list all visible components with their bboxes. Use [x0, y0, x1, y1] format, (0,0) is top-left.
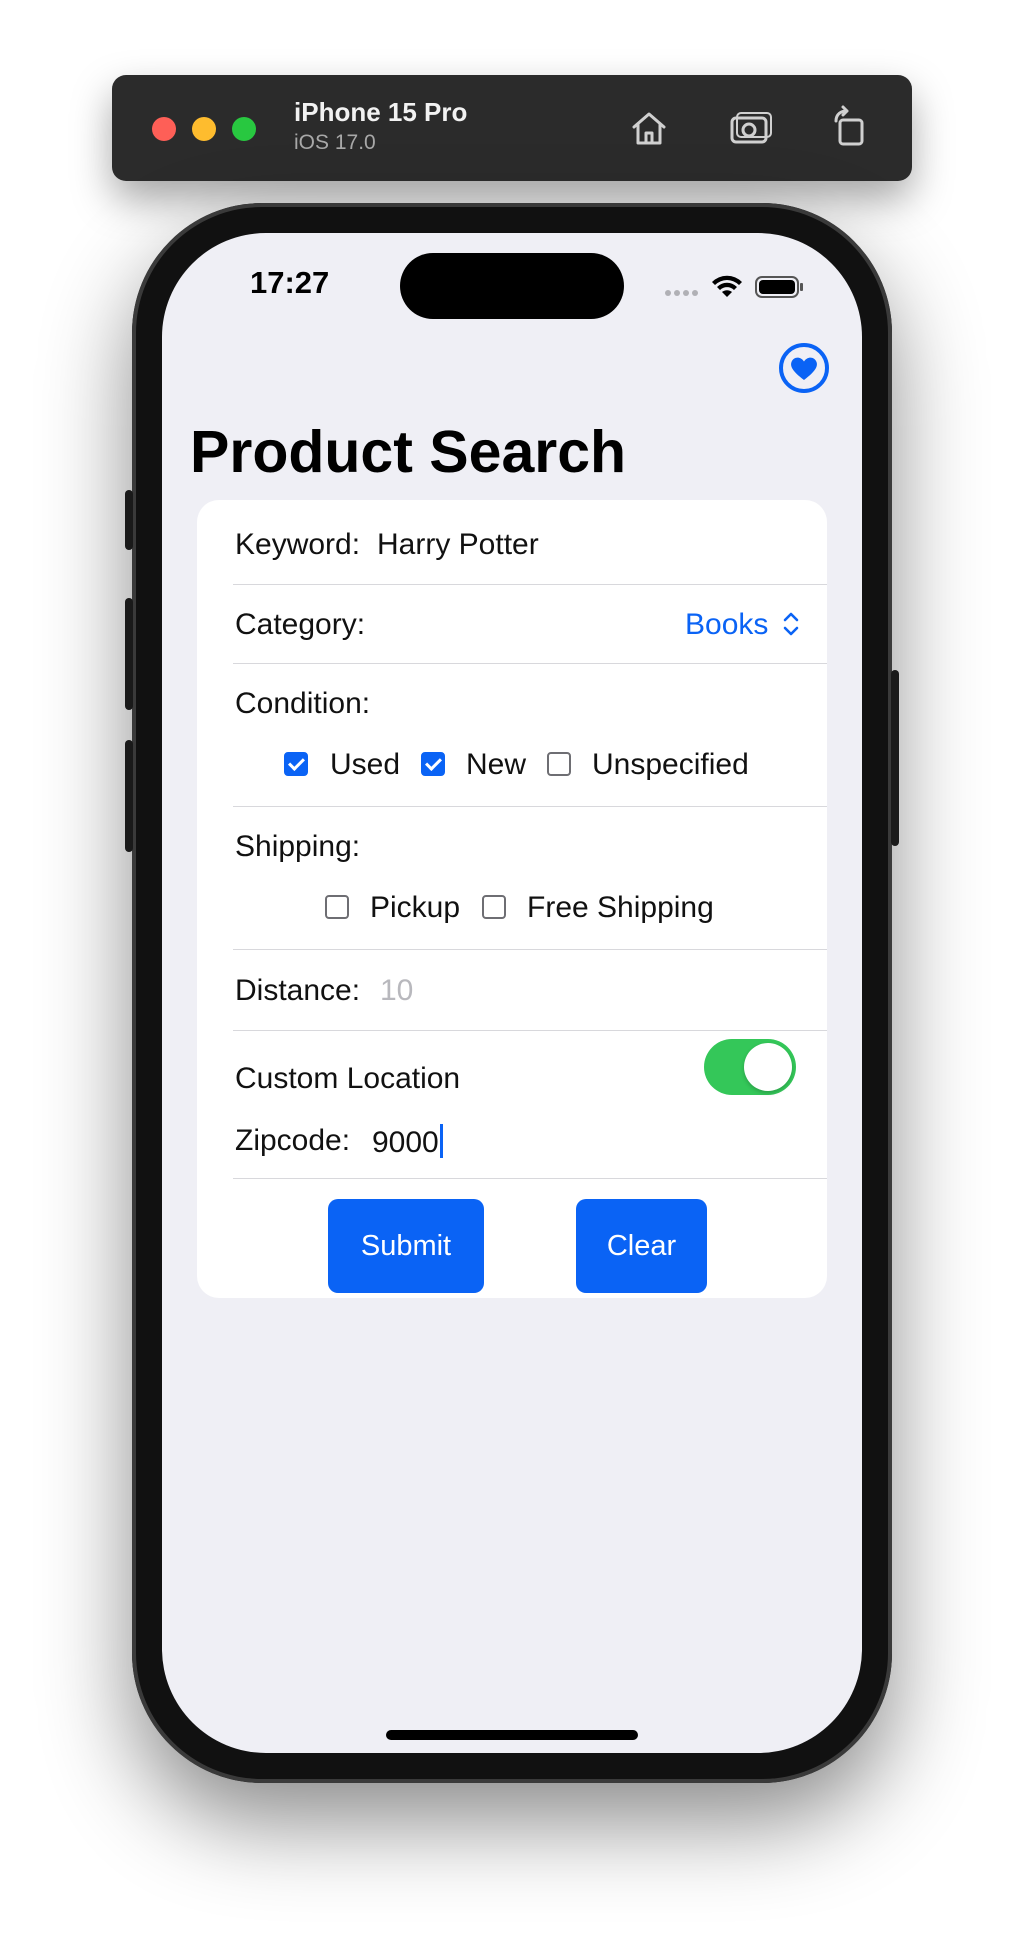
home-indicator[interactable]	[386, 1730, 638, 1740]
zoom-window-button[interactable]	[232, 117, 256, 141]
condition-unspecified-checkbox[interactable]	[547, 752, 571, 776]
simulator-toolbar: iPhone 15 Pro iOS 17.0	[112, 75, 912, 181]
condition-new-label: New	[466, 748, 527, 781]
keyword-label: Keyword:	[235, 528, 361, 561]
distance-label: Distance:	[235, 974, 361, 1007]
zipcode-label: Zipcode:	[235, 1124, 351, 1157]
zipcode-value: 9000	[372, 1126, 439, 1159]
shipping-pickup-label: Pickup	[370, 891, 461, 924]
text-cursor	[439, 1124, 443, 1158]
status-icons	[665, 275, 803, 298]
divider	[233, 1178, 827, 1179]
os-version: iOS 17.0	[294, 131, 376, 154]
battery-icon	[755, 276, 803, 298]
shipping-pickup-checkbox[interactable]	[325, 895, 349, 919]
device-name: iPhone 15 Pro	[294, 97, 468, 127]
minimize-window-button[interactable]	[192, 117, 216, 141]
keyword-input[interactable]: Harry Potter	[377, 528, 539, 562]
status-time: 17:27	[250, 265, 330, 300]
wifi-icon	[712, 275, 742, 297]
zipcode-input[interactable]: 9000	[372, 1124, 443, 1160]
screenshot-icon[interactable]	[724, 103, 774, 153]
rotate-icon[interactable]	[824, 103, 874, 153]
divider	[233, 806, 827, 807]
condition-label: Condition:	[235, 687, 371, 720]
volume-down-button	[125, 740, 133, 852]
divider	[233, 949, 827, 950]
divider	[233, 1030, 827, 1031]
cellular-signal-icon	[665, 290, 698, 296]
volume-up-button	[125, 598, 133, 710]
shipping-label: Shipping:	[235, 830, 361, 863]
category-picker[interactable]: Books	[685, 608, 801, 642]
condition-unspecified-label: Unspecified	[592, 748, 749, 781]
shipping-free-label: Free Shipping	[527, 891, 714, 924]
heart-circle-icon	[779, 343, 829, 393]
divider	[233, 663, 827, 664]
toggle-knob	[744, 1043, 792, 1091]
favorites-button[interactable]	[778, 342, 830, 394]
distance-input[interactable]: 10	[380, 974, 413, 1008]
dynamic-island	[400, 253, 624, 319]
category-value: Books	[685, 608, 769, 641]
condition-new-checkbox[interactable]	[421, 752, 445, 776]
power-button	[891, 670, 899, 846]
chevron-up-down-icon	[783, 612, 799, 636]
action-button	[125, 490, 133, 550]
home-icon[interactable]	[624, 103, 674, 153]
category-label: Category:	[235, 608, 366, 641]
close-window-button[interactable]	[152, 117, 176, 141]
custom-location-label: Custom Location	[235, 1062, 461, 1095]
custom-location-toggle[interactable]	[704, 1039, 796, 1095]
shipping-free-checkbox[interactable]	[482, 895, 506, 919]
condition-used-checkbox[interactable]	[284, 752, 308, 776]
submit-button[interactable]: Submit	[328, 1199, 484, 1293]
clear-button[interactable]: Clear	[576, 1199, 707, 1293]
divider	[233, 584, 827, 585]
page-title: Product Search	[190, 419, 627, 485]
condition-used-label: Used	[330, 748, 401, 781]
